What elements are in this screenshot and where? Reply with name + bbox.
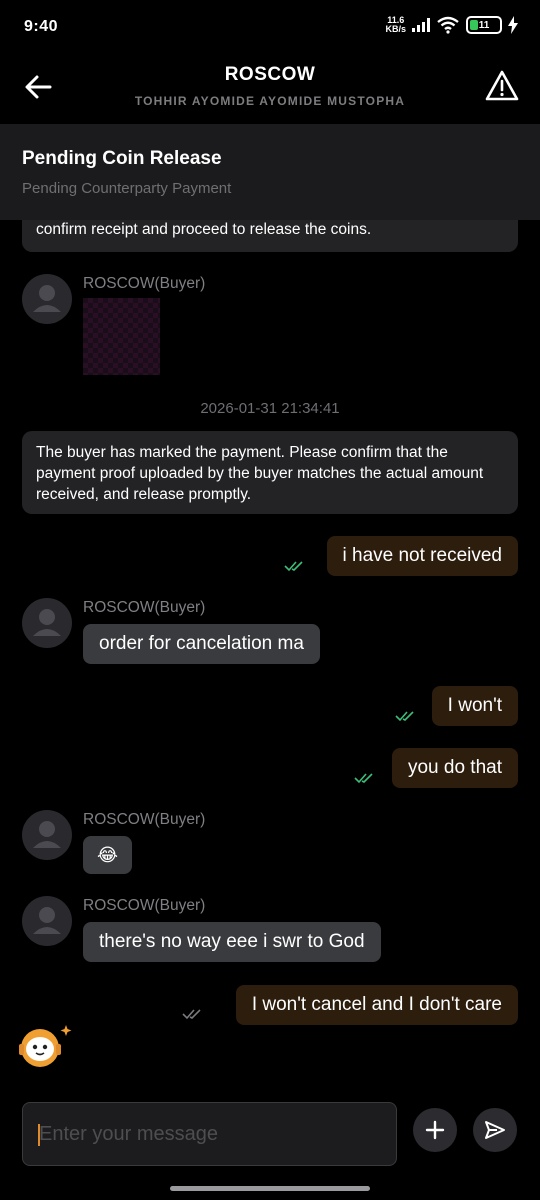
chat-title: ROSCOW	[224, 64, 316, 85]
battery-icon: 11	[466, 16, 502, 34]
incoming-message[interactable]: there's no way eee i swr to God	[83, 922, 381, 962]
sender-name: ROSCOW(Buyer)	[83, 275, 206, 292]
warning-icon[interactable]	[484, 68, 520, 104]
user-icon	[33, 907, 61, 934]
payment-proof-image[interactable]	[83, 298, 160, 375]
order-status-title: Pending Coin Release	[22, 148, 222, 169]
message-input[interactable]	[22, 1102, 397, 1166]
buyer-avatar[interactable]	[22, 598, 72, 648]
sender-name: ROSCOW(Buyer)	[83, 897, 206, 914]
outgoing-message[interactable]: you do that	[391, 748, 518, 788]
sender-name: ROSCOW(Buyer)	[83, 599, 206, 616]
chat-subtitle: TOHHIR AYOMIDE AYOMIDE MUSTOPHA	[134, 94, 406, 108]
chat-header: ROSCOW TOHHIR AYOMIDE AYOMIDE MUSTOPHA	[0, 56, 540, 124]
incoming-message[interactable]: 😂	[83, 836, 133, 874]
read-tick-icon	[284, 561, 303, 572]
status-icons: 11.6 KB/s 11	[385, 16, 518, 34]
read-tick-icon	[354, 773, 373, 784]
message-timestamp: 2026-01-31 21:34:41	[200, 400, 340, 417]
buyer-avatar[interactable]	[22, 896, 72, 946]
system-message: The buyer has marked the payment. Please…	[22, 431, 518, 514]
wifi-icon	[437, 16, 459, 34]
send-button[interactable]	[473, 1108, 517, 1152]
support-bot-icon[interactable]	[16, 1022, 74, 1070]
message-composer	[0, 1080, 540, 1200]
user-icon	[33, 285, 61, 312]
order-status-subtitle: Pending Counterparty Payment	[22, 180, 232, 197]
send-icon	[485, 1121, 505, 1139]
home-indicator[interactable]	[170, 1186, 370, 1191]
incoming-message[interactable]: order for cancelation ma	[83, 624, 320, 664]
status-time: 9:40	[24, 18, 59, 35]
charging-icon	[508, 16, 518, 34]
outgoing-message[interactable]: I won't	[431, 686, 518, 726]
plus-icon	[425, 1120, 445, 1140]
read-tick-icon	[395, 711, 414, 722]
user-icon	[33, 609, 61, 636]
text-caret	[38, 1124, 40, 1146]
status-bar: 9:40 11.6 KB/s 11	[0, 0, 540, 56]
order-status-banner[interactable]: Pending Coin Release Pending Counterpart…	[0, 124, 540, 220]
buyer-avatar[interactable]	[22, 810, 72, 860]
user-icon	[33, 821, 61, 848]
outgoing-message[interactable]: i have not received	[326, 536, 518, 576]
signal-icon	[412, 18, 430, 32]
sender-name: ROSCOW(Buyer)	[83, 811, 206, 828]
network-speed: 11.6 KB/s	[385, 15, 406, 34]
sent-tick-icon	[182, 1009, 201, 1020]
outgoing-message[interactable]: I won't cancel and I don't care	[235, 985, 518, 1025]
add-attachment-button[interactable]	[413, 1108, 457, 1152]
buyer-avatar[interactable]	[22, 274, 72, 324]
